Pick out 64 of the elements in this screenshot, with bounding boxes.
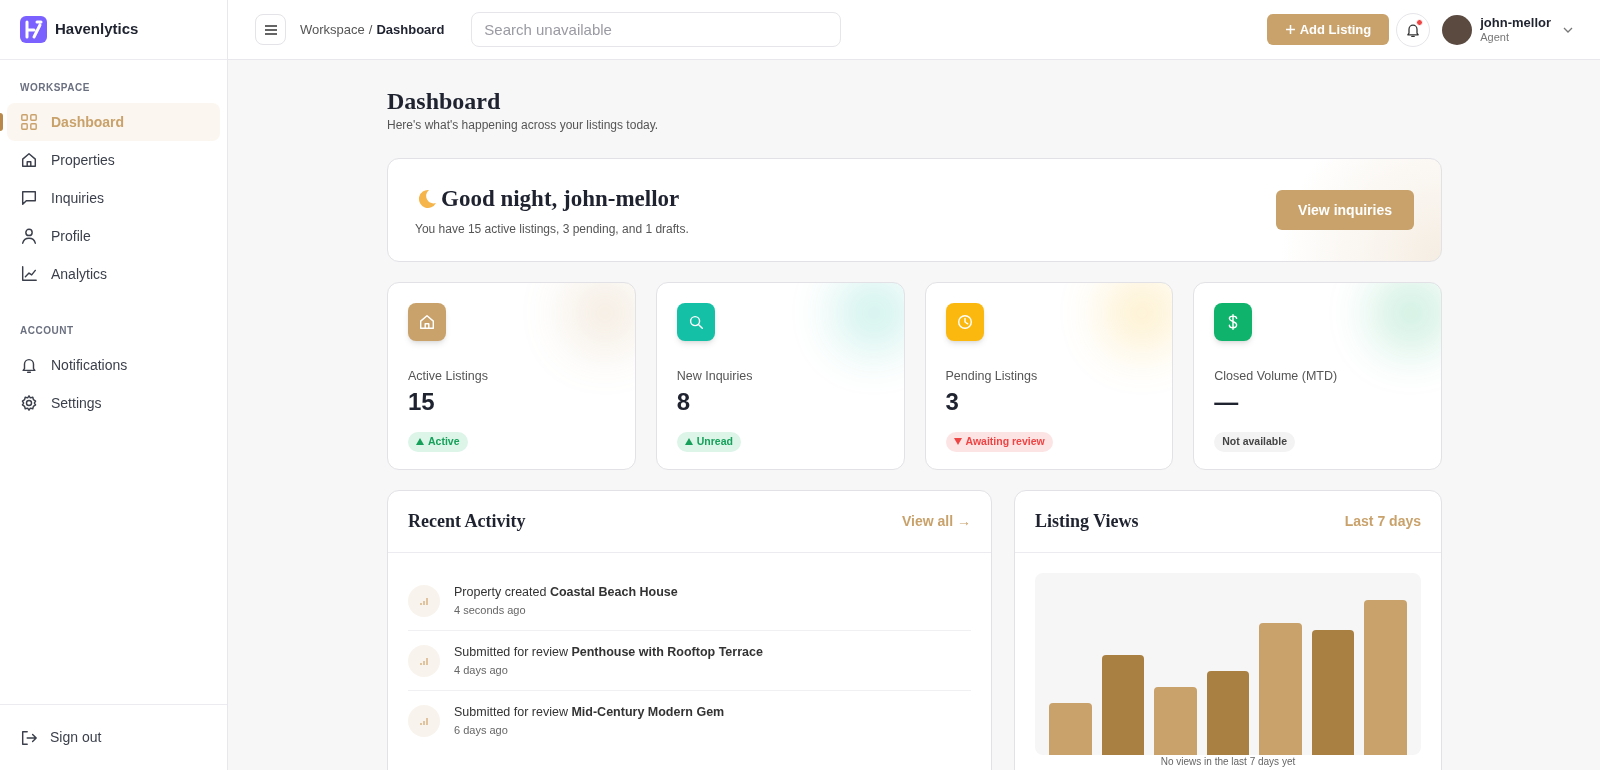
house-icon [418, 313, 436, 331]
menu-icon [263, 23, 278, 36]
breadcrumb: Workspace / Dashboard [300, 20, 445, 39]
nav-item[interactable]: Inquiries [7, 179, 220, 217]
activity-icon [408, 705, 440, 737]
avatar [1442, 14, 1473, 45]
activity-time: 4 seconds ago [454, 602, 527, 618]
nav-item[interactable]: Settings [7, 384, 220, 422]
status-badge: Unread [676, 431, 741, 452]
stat-value: 8 [676, 386, 692, 417]
page-subtitle: Here's what's happening across your listings today. [387, 117, 660, 134]
status-badge: Not available [1214, 431, 1296, 452]
house-icon [20, 151, 38, 169]
empty-message: No views in the last 7 days yet [1159, 755, 1297, 769]
stat-value: — [1214, 386, 1240, 417]
settings-icon [20, 394, 38, 412]
section-heading: WORKSPACE [19, 81, 91, 95]
stat-label: Active Listings [408, 368, 489, 385]
chevron-down-icon[interactable] [1563, 26, 1573, 33]
line-chart-icon [20, 265, 38, 283]
stat-value: 3 [945, 386, 960, 417]
stat-label: New Inquiries [676, 368, 754, 385]
logo-icon [20, 16, 47, 43]
grid-icon [20, 113, 38, 131]
plus-icon [1284, 24, 1296, 35]
sign-out-button[interactable]: Sign out [20, 727, 102, 748]
clock-icon [955, 313, 974, 331]
search-field[interactable]: Search unavailable [471, 12, 842, 47]
range-label: Last 7 days [1344, 512, 1421, 531]
chart-bar [1049, 703, 1092, 755]
stat-value: 15 [408, 386, 436, 417]
menu-button[interactable] [255, 14, 286, 45]
user-icon [20, 227, 38, 245]
brand-name: Havenlytics [55, 19, 139, 40]
section-heading: ACCOUNT [19, 324, 75, 338]
up-triangle-icon [416, 438, 424, 446]
activity-icon [408, 644, 440, 677]
user-name: john-mellor [1480, 14, 1551, 31]
page-title: Dashboard [387, 87, 502, 116]
activity-text: Property created Coastal Beach House [454, 583, 678, 601]
nav-item[interactable]: Analytics [7, 255, 220, 293]
nav-item[interactable]: Profile [7, 217, 220, 255]
down-triangle-icon [953, 438, 962, 446]
sign-out-icon [20, 728, 38, 747]
stat-label: Closed Volume (MTD) [1214, 368, 1339, 385]
status-badge: Awaiting review [945, 431, 1053, 452]
activity-time: 4 days ago [454, 662, 509, 678]
nav-item[interactable]: Notifications [7, 346, 220, 384]
activity-text: Submitted for review Penthouse with Rooftop Terrace [454, 643, 763, 661]
bell-icon [20, 356, 38, 374]
chat-bubble-icon [20, 189, 38, 207]
activity-text: Submitted for review Mid-Century Modern Gem [454, 704, 725, 722]
user-role: Agent [1480, 30, 1510, 45]
up-triangle-icon [684, 438, 693, 446]
nav-item[interactable]: Properties [7, 141, 220, 179]
greeting-text: You have 15 active listings, 3 pending, and 1 drafts. [415, 221, 690, 239]
status-badge: Active [408, 431, 468, 452]
card-title: Listing Views [1035, 510, 1139, 533]
card-title: Recent Activity [408, 510, 526, 533]
stat-label: Pending Listings [945, 368, 1039, 385]
greeting-title: Good night, john-mellor [441, 184, 680, 213]
activity-icon [408, 584, 440, 617]
chart-bar [1154, 687, 1197, 755]
activity-time: 6 days ago [454, 723, 509, 739]
